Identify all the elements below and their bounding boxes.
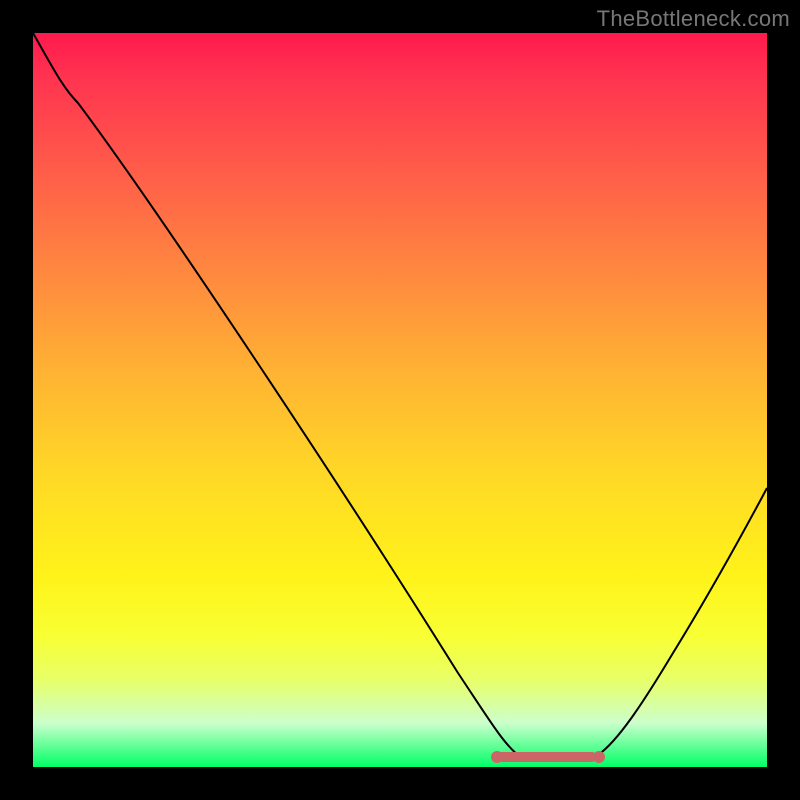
highlight-end-dot (593, 751, 605, 763)
curve-path (33, 33, 767, 761)
watermark-text: TheBottleneck.com (597, 6, 790, 32)
chart-plot-area (33, 33, 767, 767)
highlight-segment (497, 752, 597, 762)
bottleneck-curve (33, 33, 767, 767)
